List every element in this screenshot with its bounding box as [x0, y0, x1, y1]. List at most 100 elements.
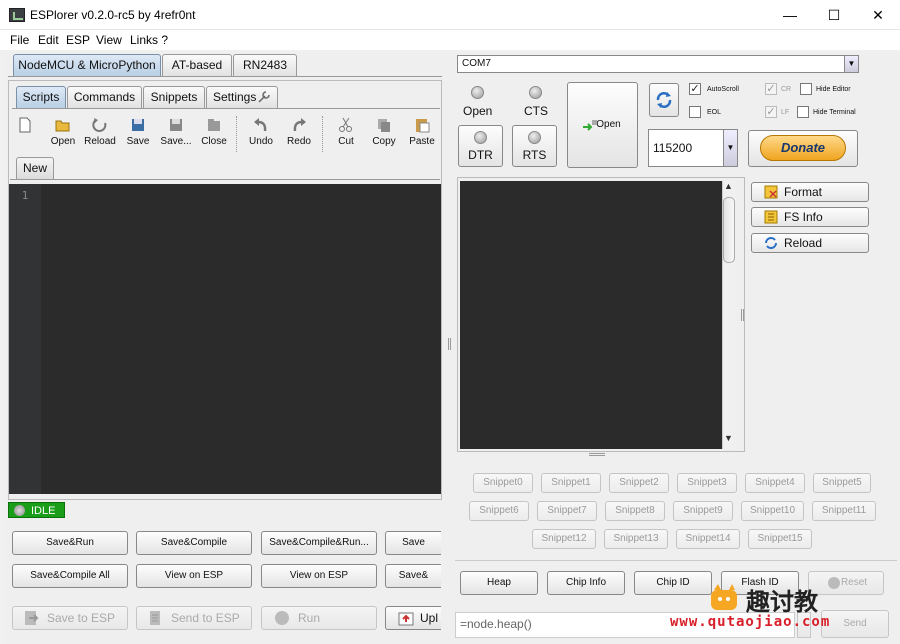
snippet-3-button[interactable]: Snippet3: [677, 473, 737, 493]
port-dropdown-icon: ▼: [844, 56, 858, 72]
scroll-down-icon[interactable]: ▼: [724, 433, 733, 443]
send-to-esp-button[interactable]: Send to ESP: [136, 606, 252, 630]
toolbar-save[interactable]: Save: [120, 114, 156, 154]
format-button[interactable]: Format: [751, 182, 869, 202]
snippet-12-button[interactable]: Snippet12: [532, 529, 596, 549]
save-to-esp-button[interactable]: Save to ESP: [12, 606, 128, 630]
toolbar-cut[interactable]: Cut: [328, 114, 364, 154]
dtr-button[interactable]: DTR: [458, 125, 503, 167]
snippet-1-button[interactable]: Snippet1: [541, 473, 601, 493]
maximize-button[interactable]: ☐: [812, 0, 856, 30]
snippet-0-button[interactable]: Snippet0: [473, 473, 533, 493]
port-select[interactable]: COM7 ▼: [457, 55, 859, 73]
snippet-5-button[interactable]: Snippet5: [813, 473, 871, 493]
snippet-9-button[interactable]: Snippet9: [673, 501, 733, 521]
cts-led-icon: [529, 86, 542, 99]
baud-select[interactable]: 115200 ▼: [648, 129, 738, 167]
code-editor[interactable]: 1: [9, 184, 441, 494]
snippet-7-button[interactable]: Snippet7: [537, 501, 597, 521]
hide-terminal-checkbox[interactable]: [797, 106, 809, 118]
upload-button[interactable]: Upl: [385, 606, 441, 630]
wrench-icon: [258, 91, 270, 103]
toolbar-save-as[interactable]: Save...: [158, 114, 194, 154]
hide-editor-checkbox[interactable]: [800, 83, 812, 95]
upload-icon: [398, 612, 414, 626]
toolbar-new[interactable]: [10, 114, 40, 154]
snippet-11-button[interactable]: Snippet11: [812, 501, 876, 521]
chip-id-button[interactable]: Chip ID: [634, 571, 712, 595]
menu-esp[interactable]: ESP: [66, 33, 90, 47]
fs-info-button[interactable]: FS Info: [751, 207, 869, 227]
view-on-esp-button-2[interactable]: View on ESP: [261, 564, 377, 588]
rts-button[interactable]: RTS: [512, 125, 557, 167]
fs-info-icon: [764, 210, 778, 224]
cr-label: CR: [781, 86, 792, 93]
run-button[interactable]: Run: [261, 606, 377, 630]
lf-checkbox[interactable]: ✓: [765, 106, 777, 118]
terminal-output[interactable]: [460, 181, 723, 449]
view-on-esp-button[interactable]: View on ESP: [136, 564, 252, 588]
redo-icon: [293, 118, 306, 132]
toolbar-undo[interactable]: Undo: [243, 114, 279, 154]
save-compile-button[interactable]: Save&Compile: [136, 531, 252, 555]
tab-snippets[interactable]: Snippets: [143, 86, 205, 108]
minimize-button[interactable]: —: [768, 0, 812, 30]
menu-links[interactable]: Links ?: [130, 33, 168, 47]
snippet-13-button[interactable]: Snippet13: [604, 529, 668, 549]
hide-terminal-label: Hide Terminal: [813, 109, 856, 116]
tab-settings[interactable]: Settings: [206, 86, 278, 108]
save-compile-button-cut[interactable]: Save&: [385, 564, 441, 588]
baud-dropdown-icon: ▼: [723, 130, 737, 166]
toolbar-open[interactable]: Open: [45, 114, 81, 154]
menu-bar: File Edit ESP View Links ?: [0, 30, 900, 50]
scroll-thumb[interactable]: [723, 197, 735, 263]
save-compile-all-button[interactable]: Save&Compile All: [12, 564, 128, 588]
toolbar-copy-label: Copy: [372, 136, 396, 147]
cr-checkbox[interactable]: ✓: [765, 83, 777, 95]
scroll-up-icon[interactable]: ▲: [724, 181, 733, 191]
menu-view[interactable]: View: [96, 33, 122, 47]
save-run-button[interactable]: Save&Run: [12, 531, 128, 555]
open-port-button[interactable]: Open: [567, 82, 638, 168]
toolbar-copy[interactable]: Copy: [366, 114, 402, 154]
snippet-14-button[interactable]: Snippet14: [676, 529, 740, 549]
open-led-label: Open: [463, 104, 493, 118]
chip-info-button[interactable]: Chip Info: [547, 571, 625, 595]
snippet-15-button[interactable]: Snippet15: [748, 529, 812, 549]
donate-button[interactable]: Donate: [760, 135, 846, 161]
paste-icon: [416, 119, 430, 133]
tab-at-based[interactable]: AT-based: [162, 54, 232, 76]
toolbar-reload[interactable]: Reload: [82, 114, 118, 154]
terminal-scrollbar[interactable]: ▲ ▼: [722, 181, 736, 449]
autoscroll-label: AutoScroll: [707, 86, 739, 93]
toolbar-close[interactable]: Close: [196, 114, 232, 154]
tab-scripts[interactable]: Scripts: [16, 86, 66, 108]
save-compile-run-button[interactable]: Save&Compile&Run...: [261, 531, 377, 555]
menu-file[interactable]: File: [10, 33, 29, 47]
heap-button[interactable]: Heap: [460, 571, 538, 595]
refresh-ports-button[interactable]: [649, 83, 679, 117]
lf-label: LF: [781, 109, 790, 116]
rts-label: RTS: [522, 148, 547, 162]
tab-settings-label: Settings: [213, 90, 257, 104]
snippet-8-button[interactable]: Snippet8: [605, 501, 665, 521]
snippet-2-button[interactable]: Snippet2: [609, 473, 669, 493]
refresh-icon: [656, 92, 672, 108]
file-tab-new[interactable]: New: [16, 157, 54, 179]
tab-commands[interactable]: Commands: [67, 86, 142, 108]
eol-checkbox[interactable]: [689, 106, 701, 118]
save-button-cut[interactable]: Save: [385, 531, 441, 555]
split-divider[interactable]: [446, 52, 454, 644]
subtab-underline: [12, 108, 440, 109]
autoscroll-checkbox[interactable]: ✓: [689, 83, 701, 95]
close-button[interactable]: ✕: [856, 0, 900, 30]
toolbar-paste[interactable]: Paste: [404, 114, 440, 154]
toolbar-redo[interactable]: Redo: [281, 114, 317, 154]
reload-fs-button[interactable]: Reload: [751, 233, 869, 253]
snippet-6-button[interactable]: Snippet6: [469, 501, 529, 521]
tab-nodemcu[interactable]: NodeMCU & MicroPython: [13, 54, 161, 76]
menu-edit[interactable]: Edit: [38, 33, 59, 47]
snippet-4-button[interactable]: Snippet4: [745, 473, 805, 493]
tab-rn2483[interactable]: RN2483: [233, 54, 297, 76]
snippet-10-button[interactable]: Snippet10: [741, 501, 804, 521]
